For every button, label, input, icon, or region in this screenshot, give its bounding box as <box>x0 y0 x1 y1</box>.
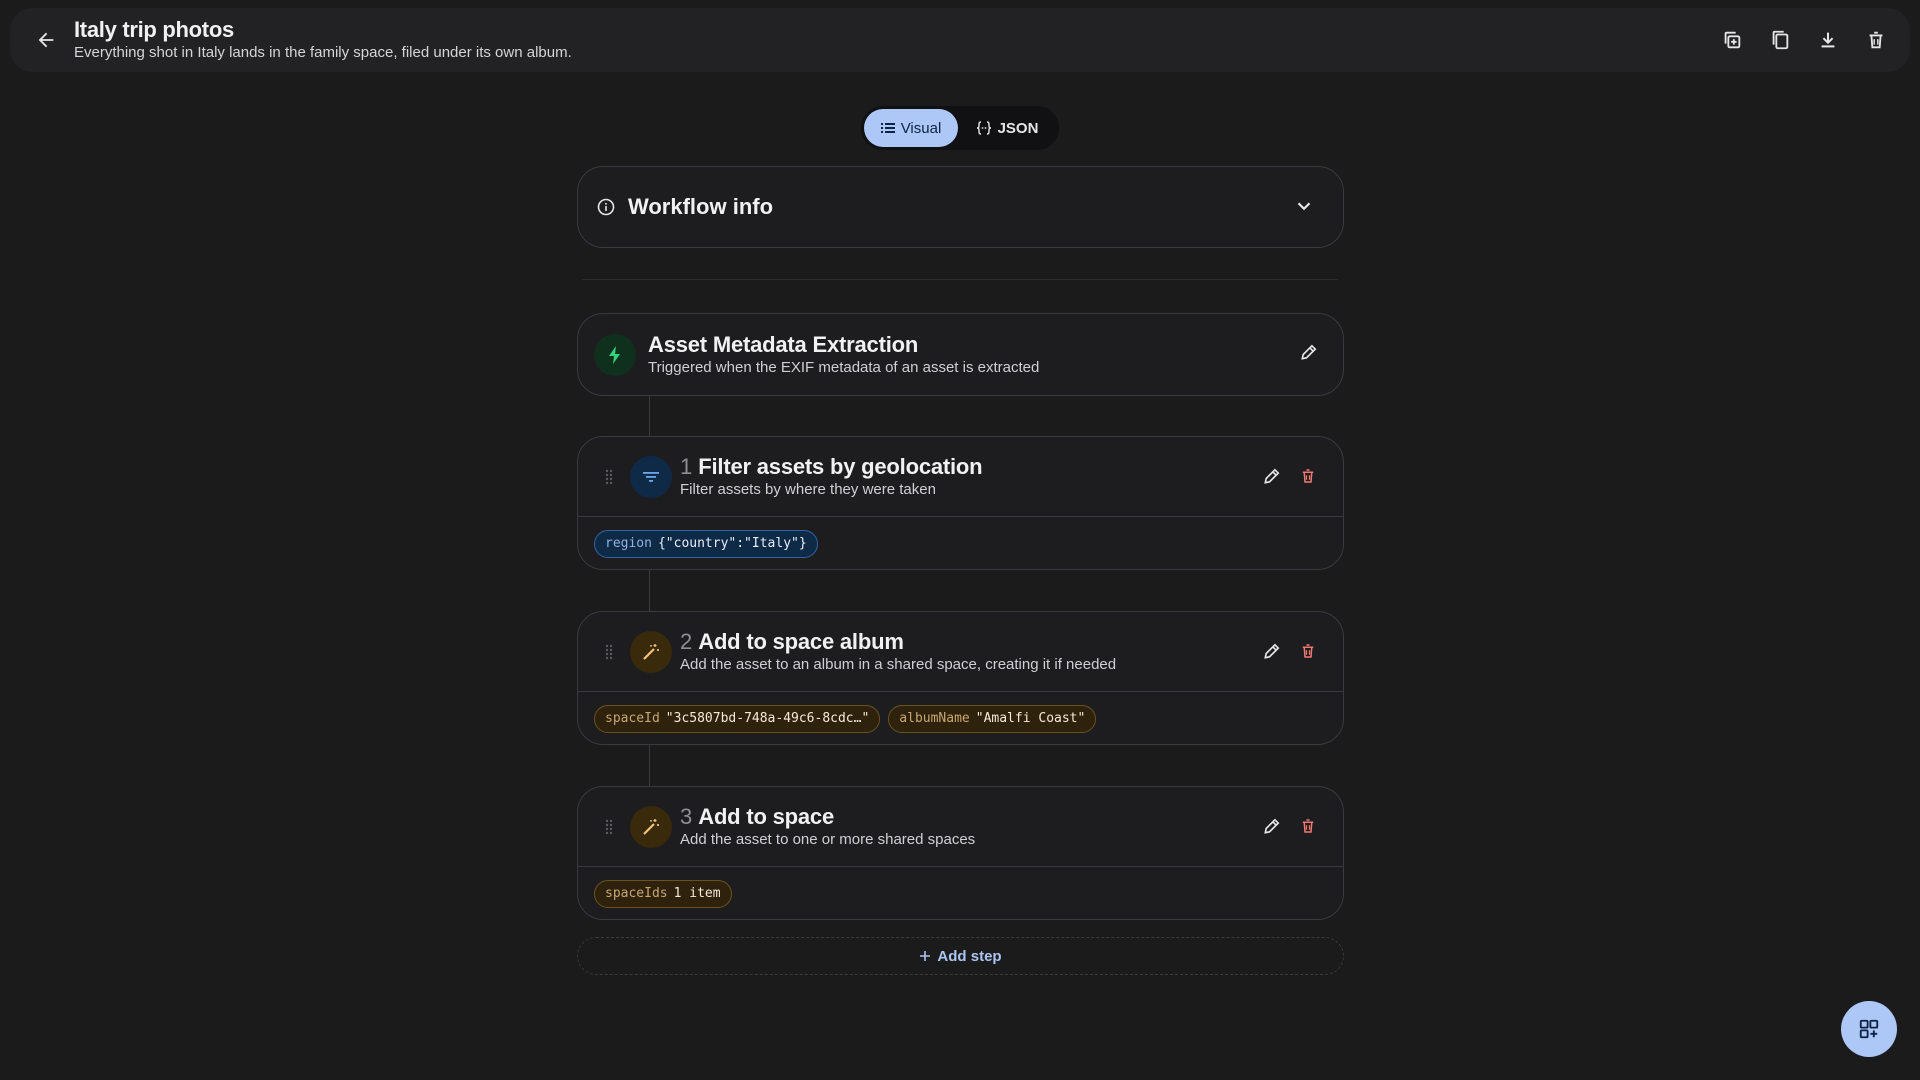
step-card-3: 3 Add to space Add the asset to one or m… <box>577 786 1344 920</box>
delete-step-button[interactable] <box>1297 815 1319 837</box>
delete-step-button[interactable] <box>1297 465 1319 487</box>
arrow-left-icon <box>35 29 57 51</box>
edit-step-button[interactable] <box>1261 815 1283 837</box>
copy-icon <box>1769 29 1791 51</box>
param-chip: spaceId "3c5807bd-748a-49c6-8cdc…" <box>594 704 881 733</box>
step-description: Add the asset to an album in a shared sp… <box>680 655 1117 673</box>
dashboard-icon <box>1858 1018 1880 1040</box>
top-bar: Italy trip photos Everything shot in Ita… <box>10 8 1910 72</box>
plus-icon <box>919 950 931 962</box>
param-chip: spaceIds 1 item <box>594 879 732 908</box>
param-value: "3c5807bd-748a-49c6-8cdc…" <box>665 711 870 726</box>
duplicate-button[interactable] <box>1712 20 1752 60</box>
step-title: Add to space <box>698 803 834 829</box>
add-step-label: Add step <box>937 947 1002 965</box>
back-button[interactable] <box>26 20 66 60</box>
edit-step-button[interactable] <box>1261 465 1283 487</box>
pencil-icon <box>1299 342 1319 362</box>
page-subtitle: Everything shot in Italy lands in the fa… <box>74 44 572 61</box>
drag-handle-icon[interactable] <box>604 819 614 835</box>
trash-icon <box>1865 29 1887 51</box>
magic-wand-icon <box>630 805 672 848</box>
download-button[interactable] <box>1808 20 1848 60</box>
pencil-icon <box>1262 816 1282 836</box>
copy-button[interactable] <box>1760 20 1800 60</box>
list-icon <box>880 121 895 135</box>
tab-visual[interactable]: Visual <box>864 109 958 147</box>
param-value: "Amalfi Coast" <box>975 711 1086 726</box>
duplicate-icon <box>1721 29 1743 51</box>
param-key: region <box>605 536 652 551</box>
code-braces-icon <box>976 121 992 135</box>
step-card-1: 1 Filter assets by geolocation Filter as… <box>577 436 1344 570</box>
delete-step-button[interactable] <box>1297 640 1319 662</box>
param-chip: albumName "Amalfi Coast" <box>888 704 1097 733</box>
trash-icon <box>1299 642 1317 660</box>
workflow-info-title: Workflow info <box>628 194 774 219</box>
edit-step-button[interactable] <box>1261 640 1283 662</box>
param-chip: region {"country":"Italy"} <box>594 529 818 558</box>
delete-workflow-button[interactable] <box>1856 20 1896 60</box>
title-block: Italy trip photos Everything shot in Ita… <box>74 17 572 63</box>
drag-handle-icon[interactable] <box>604 644 614 660</box>
param-key: albumName <box>899 711 970 726</box>
step-connector <box>649 396 650 436</box>
info-icon <box>596 197 616 217</box>
step-connector <box>649 745 650 786</box>
pencil-icon <box>1262 466 1282 486</box>
step-number: 3 <box>680 803 693 829</box>
param-key: spaceId <box>605 711 660 726</box>
param-value: 1 item <box>673 886 721 901</box>
step-description: Filter assets by where they were taken <box>680 480 936 498</box>
trigger-title: Asset Metadata Extraction <box>648 331 919 357</box>
tab-json-label: JSON <box>997 119 1039 137</box>
add-step-button[interactable]: Add step <box>577 937 1344 975</box>
divider <box>582 279 1338 280</box>
trash-icon <box>1299 817 1317 835</box>
edit-trigger-button[interactable] <box>1299 342 1319 362</box>
step-connector <box>649 570 650 611</box>
filter-icon <box>630 455 672 498</box>
dashboard-fab-button[interactable] <box>1841 1001 1897 1057</box>
lightning-icon <box>594 333 636 376</box>
download-icon <box>1817 29 1839 51</box>
step-description: Add the asset to one or more shared spac… <box>680 830 976 848</box>
param-value: {"country":"Italy"} <box>657 536 807 551</box>
view-toggle: Visual JSON <box>861 106 1059 150</box>
step-number: 1 <box>680 453 693 479</box>
workflow-info-card[interactable]: Workflow info <box>577 166 1344 248</box>
trash-icon <box>1299 467 1317 485</box>
page-title: Italy trip photos <box>74 17 234 42</box>
tab-json[interactable]: JSON <box>958 109 1056 147</box>
tab-visual-label: Visual <box>900 119 942 137</box>
header-actions <box>1712 20 1896 60</box>
pencil-icon <box>1262 641 1282 661</box>
step-title: Filter assets by geolocation <box>698 453 983 479</box>
step-number: 2 <box>680 628 693 654</box>
param-key: spaceIds <box>605 886 668 901</box>
step-title: Add to space album <box>698 628 904 654</box>
trigger-card[interactable]: Asset Metadata Extraction Triggered when… <box>577 313 1344 396</box>
trigger-description: Triggered when the EXIF metadata of an a… <box>648 358 1040 376</box>
chevron-down-icon[interactable] <box>1293 195 1315 217</box>
drag-handle-icon[interactable] <box>604 469 614 485</box>
magic-wand-icon <box>630 630 672 673</box>
step-card-2: 2 Add to space album Add the asset to an… <box>577 611 1344 745</box>
